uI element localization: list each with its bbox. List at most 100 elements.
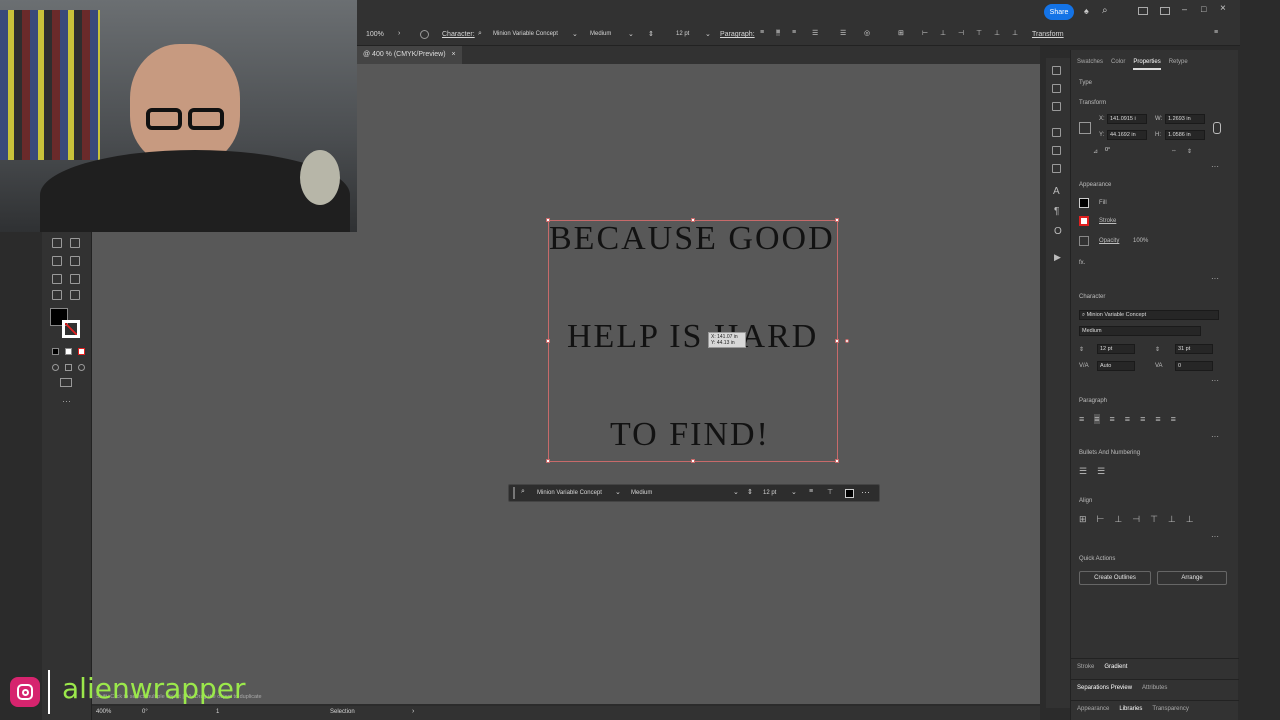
reference-point-icon[interactable]	[1079, 122, 1091, 134]
align-right-edges-icon[interactable]: ⊣	[1132, 514, 1140, 525]
arrange-documents-icon[interactable]	[1138, 7, 1148, 15]
flip-horizontal-icon[interactable]: ⇔	[1171, 148, 1177, 154]
more-options-icon[interactable]: ···	[1211, 162, 1219, 171]
flip-vertical-icon[interactable]: ⇕	[1187, 148, 1192, 155]
align-left-edges-icon[interactable]: ⊢	[1097, 514, 1105, 525]
tracking-field[interactable]: 0	[1175, 361, 1213, 371]
tab-libraries[interactable]: Libraries	[1119, 701, 1142, 716]
none-mode-icon[interactable]	[78, 348, 85, 355]
rotate-handle[interactable]	[845, 339, 849, 343]
drag-handle-icon[interactable]	[513, 487, 515, 499]
zoom-tool-icon[interactable]	[70, 290, 80, 300]
more-options-icon[interactable]: ···	[1211, 274, 1219, 283]
handle-bottom-right[interactable]	[835, 459, 839, 463]
transform-label[interactable]: Transform	[1032, 31, 1064, 38]
justify-center-icon[interactable]: ≡	[1140, 414, 1145, 424]
character-panel-icon[interactable]: A	[1053, 186, 1060, 197]
align-top-icon[interactable]: ⊤	[1150, 514, 1158, 525]
tab-appearance[interactable]: Appearance	[1077, 701, 1109, 716]
create-outlines-button[interactable]: Create Outlines	[1079, 571, 1151, 585]
bullets-icon[interactable]: ☰	[812, 29, 818, 37]
chevron-down-icon[interactable]: ⌄	[705, 30, 711, 38]
properties-icon[interactable]	[1052, 66, 1061, 75]
links-icon[interactable]	[1052, 164, 1061, 173]
chevron-down-icon[interactable]: ⌄	[791, 488, 797, 496]
stroke-label[interactable]: Stroke	[1099, 218, 1116, 224]
leading-field[interactable]: 31 pt	[1175, 344, 1213, 354]
maximize-icon[interactable]: □	[1201, 4, 1206, 14]
share-button[interactable]: Share	[1044, 4, 1074, 20]
tab-properties[interactable]: Properties	[1133, 54, 1161, 70]
minimize-icon[interactable]: –	[1182, 4, 1187, 14]
x-field[interactable]: 141.0915 i	[1107, 114, 1147, 124]
handle-top-left[interactable]	[546, 218, 550, 222]
font-style-dropdown[interactable]: Medium	[590, 31, 611, 37]
numbering-icon[interactable]: ☰	[840, 29, 846, 37]
ctx-font-size[interactable]: 12 pt	[763, 490, 776, 496]
chevron-down-icon[interactable]: ⌄	[733, 488, 739, 496]
bullets-icon[interactable]: ☰	[1079, 466, 1087, 477]
align-center-icon[interactable]: ≡	[776, 29, 781, 36]
align-vertical-center-icon[interactable]: ⊥	[994, 29, 1000, 37]
align-left-icon[interactable]: ≡	[760, 29, 764, 36]
opentype-icon[interactable]: O	[1054, 226, 1062, 237]
more-options-icon[interactable]: ···	[1211, 532, 1219, 541]
tab-stroke[interactable]: Stroke	[1077, 659, 1094, 674]
zoom-level[interactable]: 100%	[366, 31, 384, 38]
h-field[interactable]: 1.0586 in	[1165, 130, 1205, 140]
opacity-value[interactable]: 100%	[1133, 238, 1148, 244]
stroke-swatch-icon[interactable]	[1079, 216, 1089, 226]
align-horizontal-center-icon[interactable]: ⊥	[1114, 514, 1122, 525]
align-right-icon[interactable]: ≡	[1110, 414, 1115, 424]
align-bottom-icon[interactable]: ⊥	[1012, 29, 1018, 37]
y-field[interactable]: 44.1692 in	[1107, 130, 1147, 140]
ctx-font-style[interactable]: Medium	[631, 490, 652, 496]
tab-color[interactable]: Color	[1111, 54, 1125, 70]
align-left-edges-icon[interactable]: ⊢	[922, 29, 928, 37]
hand-tool-icon[interactable]	[70, 274, 80, 284]
handle-top-right[interactable]	[835, 218, 839, 222]
fill-label[interactable]: Fill	[1099, 200, 1107, 206]
tab-retype[interactable]: Retype	[1169, 54, 1188, 70]
ctx-font-family[interactable]: Minion Variable Concept	[537, 490, 602, 496]
handle-middle-right[interactable]	[835, 339, 839, 343]
handle-top-center[interactable]	[691, 218, 695, 222]
gradient-mode-icon[interactable]	[65, 348, 72, 355]
font-style-field[interactable]: Medium	[1079, 326, 1201, 336]
tab-transparency[interactable]: Transparency	[1152, 701, 1188, 716]
kerning-field[interactable]: Auto	[1097, 361, 1135, 371]
layers-icon[interactable]	[1052, 128, 1061, 137]
align-right-edges-icon[interactable]: ⊣	[958, 29, 964, 37]
w-field[interactable]: 1.2693 in	[1165, 114, 1205, 124]
workspace-icon[interactable]	[1160, 7, 1170, 15]
justify-left-icon[interactable]: ≡	[1125, 414, 1130, 424]
fill-swatch-icon[interactable]	[1079, 198, 1089, 208]
paragraph-icon[interactable]: ≡	[809, 488, 813, 495]
numbering-icon[interactable]: ☰	[1097, 466, 1105, 477]
more-tools-icon[interactable]: ···	[62, 396, 71, 406]
paragraph-label[interactable]: Paragraph:	[720, 31, 755, 38]
notifications-icon[interactable]: ♠	[1084, 6, 1089, 16]
constrain-proportions-icon[interactable]	[1213, 122, 1221, 134]
tab-attributes[interactable]: Attributes	[1142, 680, 1167, 695]
align-top-icon[interactable]: ⊤	[976, 29, 982, 37]
status-tool[interactable]: Selection	[330, 709, 355, 715]
tab-swatches[interactable]: Swatches	[1077, 54, 1103, 70]
align-bottom-icon[interactable]: ⊥	[1186, 514, 1194, 525]
rotate-field[interactable]: 0°	[1103, 146, 1133, 156]
opacity-label[interactable]: Opacity	[1099, 238, 1119, 244]
align-left-icon[interactable]: ≡	[1079, 414, 1084, 424]
chevron-down-icon[interactable]: ⌄	[572, 30, 578, 38]
align-vertical-center-icon[interactable]: ⊥	[1168, 514, 1176, 525]
document-tab[interactable]: @ 400 % (CMYK/Preview) ×	[357, 46, 462, 64]
chevron-down-icon[interactable]: ⌄	[628, 30, 634, 38]
menu-icon[interactable]: ≡	[1214, 29, 1218, 36]
recolor-icon[interactable]: ◎	[864, 29, 870, 37]
color-mode-icon[interactable]	[52, 348, 59, 355]
align-horizontal-center-icon[interactable]: ⊥	[940, 29, 946, 37]
align-center-icon[interactable]: ≡	[1094, 414, 1100, 424]
artboard-tool-icon[interactable]	[52, 238, 62, 248]
fx-icon[interactable]: fx.	[1079, 260, 1085, 266]
fill-color-icon[interactable]	[845, 489, 854, 498]
character-label[interactable]: Character:	[442, 31, 475, 38]
